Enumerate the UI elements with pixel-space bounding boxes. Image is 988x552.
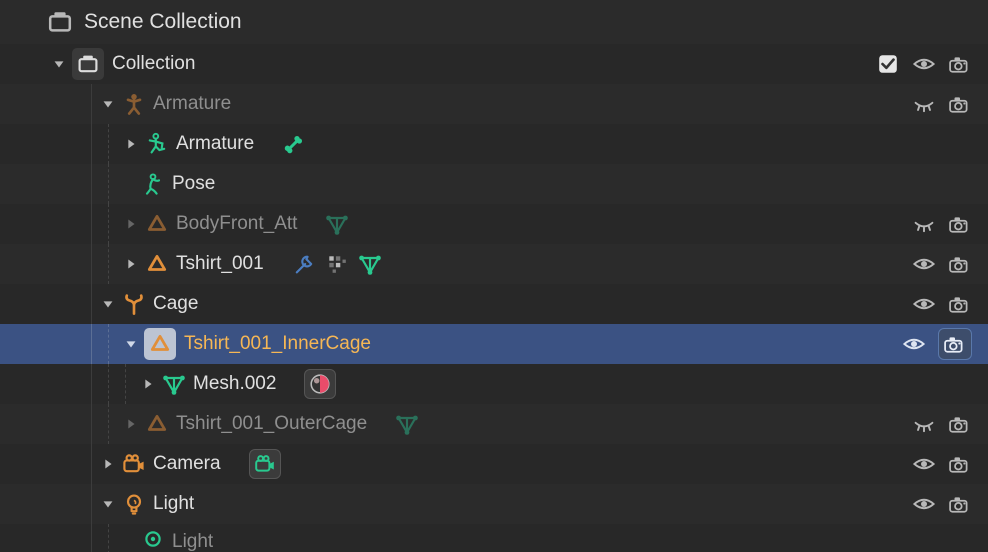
render-icon[interactable] <box>938 328 972 360</box>
mesh-data-icon <box>395 412 419 436</box>
cage-label: Cage <box>153 293 198 315</box>
innercage-row[interactable]: Tshirt_001_InnerCage <box>0 324 988 364</box>
disclosure-icon[interactable] <box>122 335 140 353</box>
visibility-icon[interactable] <box>912 52 936 76</box>
disclosure-icon[interactable] <box>99 295 117 313</box>
mesh-icon <box>144 251 170 277</box>
light-data-label: Light <box>172 531 213 552</box>
armature-label: Armature <box>153 93 231 115</box>
cage-row[interactable]: Cage <box>0 284 988 324</box>
collection-icon <box>72 48 104 80</box>
innercage-label: Tshirt_001_InnerCage <box>184 333 371 355</box>
collection-icon <box>44 6 76 38</box>
material-icon[interactable] <box>304 369 336 399</box>
render-icon[interactable] <box>948 92 972 116</box>
render-icon[interactable] <box>948 492 972 516</box>
bodyfront-row[interactable]: BodyFront_Att <box>0 204 988 244</box>
disclosure-icon[interactable] <box>99 95 117 113</box>
armature-data-label: Armature <box>176 133 254 155</box>
camera-data-icon[interactable] <box>249 449 281 479</box>
visibility-icon[interactable] <box>912 492 936 516</box>
mesh-icon <box>144 411 170 437</box>
camera-icon <box>121 451 147 477</box>
light-row[interactable]: Light <box>0 484 988 524</box>
armature-data-row[interactable]: Armature <box>0 124 988 164</box>
light-icon <box>121 491 147 517</box>
disclosure-icon[interactable] <box>99 495 117 513</box>
particles-icon[interactable] <box>326 253 348 275</box>
camera-row[interactable]: Camera <box>0 444 988 484</box>
render-icon[interactable] <box>948 252 972 276</box>
render-icon[interactable] <box>948 212 972 236</box>
cage-icon <box>121 291 147 317</box>
armature-icon <box>121 91 147 117</box>
tshirt-row[interactable]: Tshirt_001 <box>0 244 988 284</box>
disclosure-icon[interactable] <box>139 375 157 393</box>
light-label: Light <box>153 493 194 515</box>
collection-row[interactable]: Collection <box>0 44 988 84</box>
disclosure-icon[interactable] <box>50 55 68 73</box>
mesh-icon <box>144 328 176 360</box>
mesh-data-icon <box>161 371 187 397</box>
visibility-icon[interactable] <box>912 452 936 476</box>
mesh-data-icon <box>358 252 382 276</box>
disclosure-icon[interactable] <box>122 255 140 273</box>
mesh-icon <box>144 211 170 237</box>
outliner: Scene Collection Collection Armature <box>0 0 988 552</box>
wrench-icon[interactable] <box>292 252 316 276</box>
render-icon[interactable] <box>948 452 972 476</box>
armature-object-row[interactable]: Armature <box>0 84 988 124</box>
bodyfront-label: BodyFront_Att <box>176 213 297 235</box>
outercage-row[interactable]: Tshirt_001_OuterCage <box>0 404 988 444</box>
scene-collection-row[interactable]: Scene Collection <box>0 0 988 44</box>
visibility-icon[interactable] <box>912 212 936 236</box>
mesh002-row[interactable]: Mesh.002 <box>0 364 988 404</box>
mesh002-label: Mesh.002 <box>193 373 276 395</box>
pose-label: Pose <box>172 173 215 195</box>
disclosure-icon[interactable] <box>122 135 140 153</box>
render-icon[interactable] <box>948 52 972 76</box>
disclosure-icon[interactable] <box>122 215 140 233</box>
exclude-checkbox[interactable] <box>876 52 900 76</box>
outercage-label: Tshirt_001_OuterCage <box>176 413 367 435</box>
light-data-row[interactable]: Light <box>0 524 988 552</box>
visibility-icon[interactable] <box>912 92 936 116</box>
armature-data-icon <box>144 131 170 157</box>
render-icon[interactable] <box>948 292 972 316</box>
bone-icon <box>282 132 306 156</box>
camera-label: Camera <box>153 453 221 475</box>
pose-row[interactable]: Pose <box>0 164 988 204</box>
tshirt-label: Tshirt_001 <box>176 253 264 275</box>
light-data-icon <box>140 526 166 552</box>
visibility-icon[interactable] <box>912 412 936 436</box>
scene-collection-label: Scene Collection <box>84 10 242 34</box>
mesh-data-icon <box>325 212 349 236</box>
collection-label: Collection <box>112 53 195 75</box>
disclosure-icon[interactable] <box>122 415 140 433</box>
visibility-icon[interactable] <box>902 332 926 356</box>
visibility-icon[interactable] <box>912 292 936 316</box>
pose-icon <box>140 171 166 197</box>
disclosure-icon[interactable] <box>99 455 117 473</box>
render-icon[interactable] <box>948 412 972 436</box>
visibility-icon[interactable] <box>912 252 936 276</box>
